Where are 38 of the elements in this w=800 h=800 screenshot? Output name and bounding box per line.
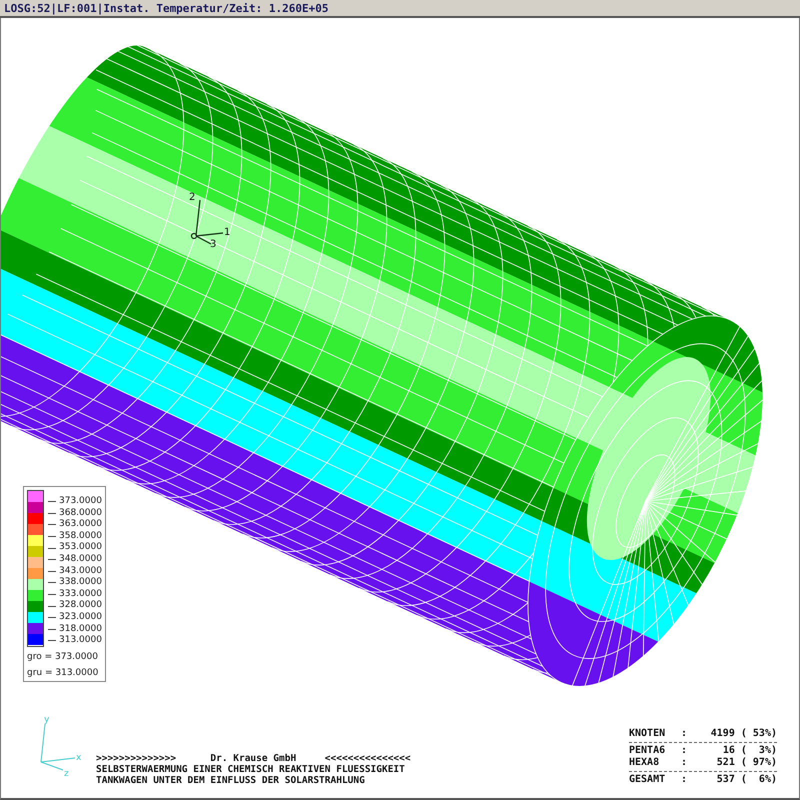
stat-value: 4199 ( 53%): [710, 728, 777, 740]
legend-value: 323.0000: [59, 612, 102, 624]
axis-label: x: [76, 753, 82, 763]
banner-text: >>>>>>>>>>>>>> Dr. Krause GmbH <<<<<<<<<<<<<<<: [96, 753, 411, 764]
legend-value: 333.0000: [59, 588, 102, 600]
legend-value: 368.0000: [59, 508, 102, 519]
legend-value: 353.0000: [59, 542, 102, 554]
axis-label: 1: [224, 227, 230, 238]
legend-value: 343.0000: [59, 566, 102, 577]
stat-value: 521 ( 97%): [716, 757, 777, 769]
window-title: LOSG:52|LF:001|Instat. Temperatur/Zeit: 1.260E+05: [0, 0, 800, 18]
stat-separator: :: [681, 745, 688, 757]
limit-value: gro = 373.0000: [27, 650, 99, 663]
banner-text: SELBSTERWAERMUNG EINER CHEMISCH REAKTIVEN FLUESSIGKEIT: [96, 764, 406, 775]
stat-value: 537 ( 6%): [716, 774, 777, 786]
legend-value: 358.0000: [59, 530, 102, 542]
stat-label: GESAMT: [629, 774, 666, 786]
stat-separator: :: [681, 728, 688, 740]
legend-value: 338.0000: [59, 577, 102, 589]
stat-label: PENTA6: [629, 745, 666, 757]
banner-text: TANKWAGEN UNTER DEM EINFLUSS DER SOLARSTRAHLUNG: [96, 775, 366, 786]
legend-value: 318.0000: [59, 624, 102, 635]
axis-label: z: [64, 769, 69, 779]
stat-separator: :: [681, 774, 688, 786]
axis-label: 2: [189, 192, 196, 203]
legend-value: 363.0000: [59, 519, 102, 531]
global-axis-triad-drawing: [40, 724, 76, 770]
stat-label: HEXA8: [629, 757, 660, 769]
limit-value: gru = 313.0000: [27, 666, 100, 679]
axis-label: y: [44, 715, 50, 725]
stat-separator: :: [681, 757, 688, 769]
axis-label: 3: [210, 239, 216, 248]
stat-value: 16 ( 3%): [722, 745, 777, 757]
legend-value: 373.0000: [59, 496, 102, 508]
legend-value: 313.0000: [59, 635, 102, 647]
legend-value: 328.0000: [59, 600, 102, 612]
stat-label: KNOTEN: [629, 728, 666, 740]
legend-value: 348.0000: [59, 554, 102, 566]
